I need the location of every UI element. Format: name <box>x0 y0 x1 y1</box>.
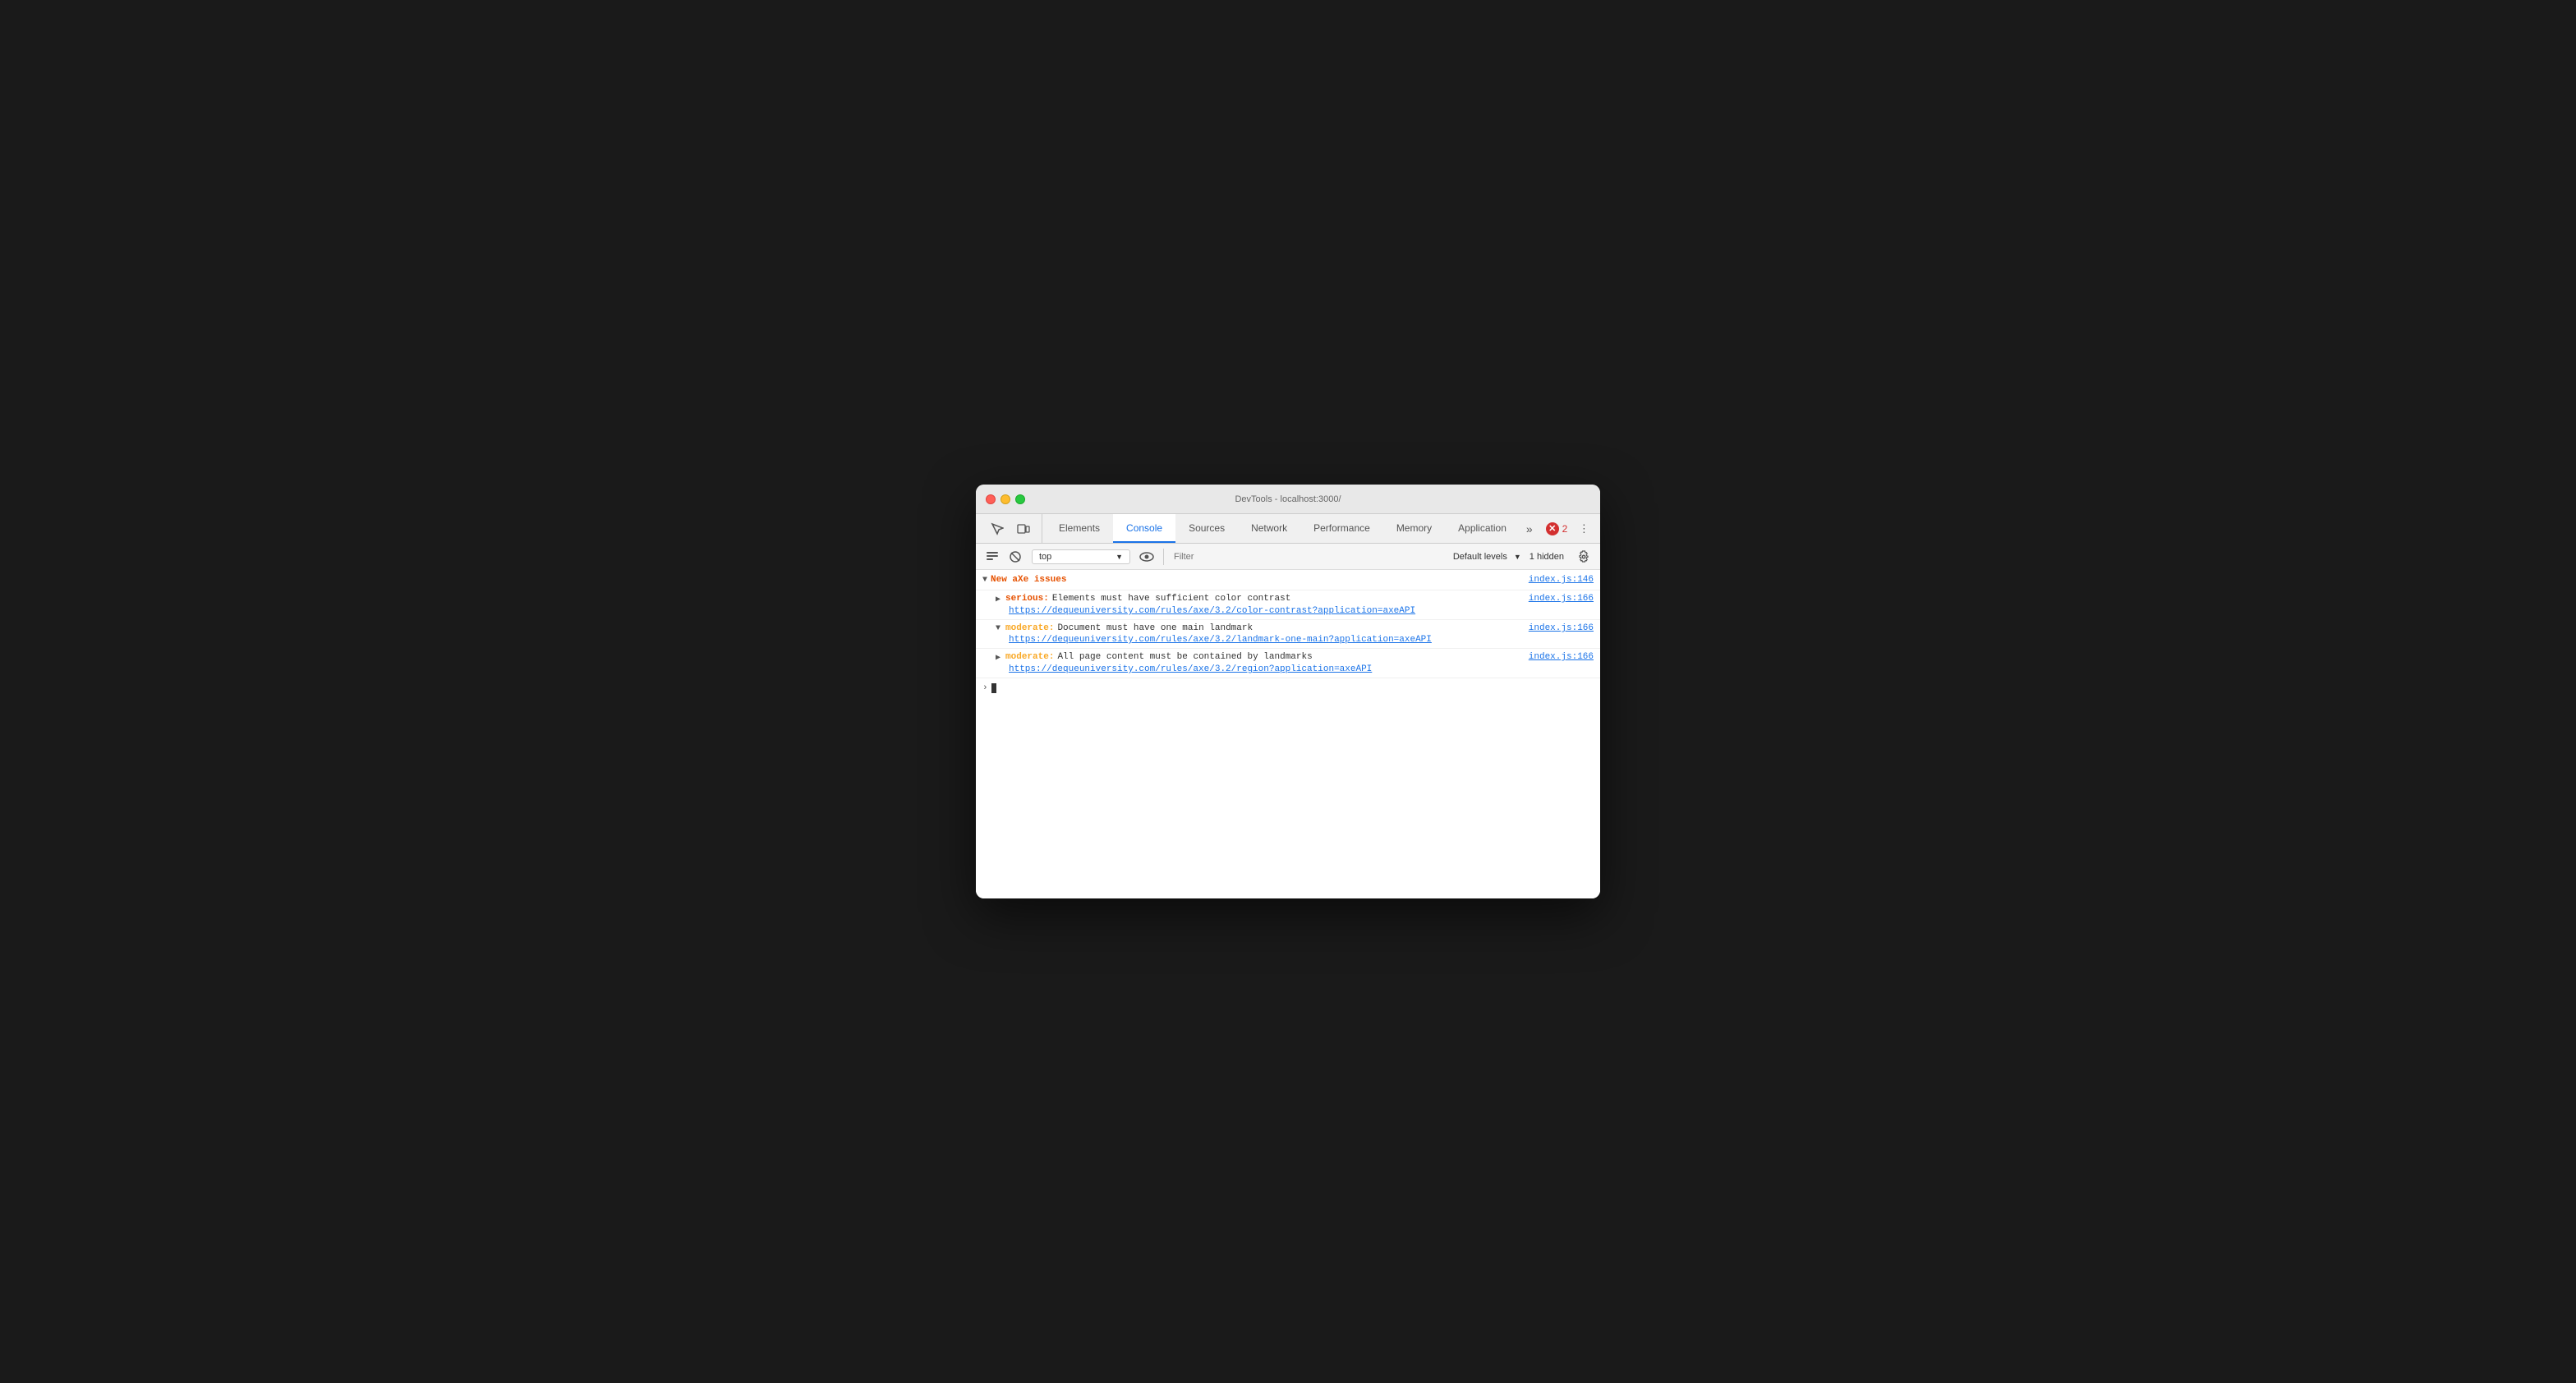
levels-dropdown[interactable]: Default levels ▼ <box>1448 550 1526 563</box>
tab-sources[interactable]: Sources <box>1175 514 1238 543</box>
issue-link-moderate-1[interactable]: https://dequeuniversity.com/rules/axe/3.… <box>1009 635 1594 645</box>
group-title: New aXe issues <box>991 575 1066 585</box>
tab-application[interactable]: Application <box>1445 514 1520 543</box>
device-toggle-icon[interactable] <box>1012 517 1035 540</box>
tab-memory[interactable]: Memory <box>1383 514 1445 543</box>
minimize-button[interactable] <box>1000 494 1010 504</box>
devtools-window: DevTools - localhost:3000/ Elements Cons… <box>976 485 1600 898</box>
issue-text-moderate-1: Document must have one main landmark <box>1057 623 1253 633</box>
error-icon: ✕ <box>1546 522 1559 535</box>
levels-dropdown-arrow: ▼ <box>1514 553 1521 561</box>
context-dropdown-arrow: ▼ <box>1116 553 1123 561</box>
tab-performance[interactable]: Performance <box>1300 514 1383 543</box>
stop-messages-button[interactable] <box>1005 547 1025 567</box>
hidden-count: 1 hidden <box>1530 552 1564 562</box>
issue-row-serious: ▶ serious: Elements must have sufficient… <box>976 590 1600 620</box>
tab-network[interactable]: Network <box>1238 514 1300 543</box>
issue-toggle-serious[interactable]: ▶ <box>996 595 1000 604</box>
tab-bar: Elements Console Sources Network Perform… <box>976 514 1600 544</box>
issue-toggle-moderate-1[interactable]: ▼ <box>996 624 1000 633</box>
console-input-line[interactable]: › <box>976 678 1600 698</box>
traffic-lights <box>986 494 1025 504</box>
issue-row-moderate-1: ▼ moderate: Document must have one main … <box>976 620 1600 649</box>
severity-label-serious: serious: <box>1005 594 1049 604</box>
issue-row-moderate-2: ▶ moderate: All page content must be con… <box>976 649 1600 678</box>
issue-text-moderate-2: All page content must be contained by la… <box>1057 652 1312 662</box>
issue-text-serious: Elements must have sufficient color cont… <box>1052 594 1290 604</box>
maximize-button[interactable] <box>1015 494 1025 504</box>
more-options-button[interactable]: ⋮ <box>1574 519 1594 539</box>
console-cursor <box>991 683 996 693</box>
tab-elements[interactable]: Elements <box>1046 514 1113 543</box>
issue-source-moderate-1[interactable]: index.js:166 <box>1529 623 1594 633</box>
devtools-icons <box>979 514 1042 543</box>
console-settings-button[interactable] <box>1574 547 1594 567</box>
clear-console-button[interactable] <box>982 547 1002 567</box>
filter-input[interactable] <box>1171 552 1445 562</box>
inspect-element-icon[interactable] <box>986 517 1009 540</box>
console-toolbar: top ▼ Default levels ▼ 1 hidden <box>976 544 1600 570</box>
toolbar-divider <box>1163 549 1164 565</box>
error-badge[interactable]: ✕ 2 <box>1546 522 1568 535</box>
severity-label-moderate-1: moderate: <box>1005 623 1054 633</box>
more-tabs-button[interactable]: » <box>1520 514 1539 543</box>
issue-source-serious[interactable]: index.js:166 <box>1529 594 1594 604</box>
tab-bar-right: ✕ 2 ⋮ <box>1539 514 1600 543</box>
group-source[interactable]: index.js:146 <box>1529 575 1594 585</box>
context-selector[interactable]: top ▼ <box>1032 549 1130 564</box>
severity-label-moderate-2: moderate: <box>1005 652 1054 662</box>
issue-toggle-moderate-2[interactable]: ▶ <box>996 653 1000 663</box>
axe-issues-group-header: ▼ New aXe issues index.js:146 <box>976 570 1600 590</box>
issue-link-moderate-2[interactable]: https://dequeuniversity.com/rules/axe/3.… <box>1009 664 1594 674</box>
issue-link-serious[interactable]: https://dequeuniversity.com/rules/axe/3.… <box>1009 606 1594 616</box>
console-prompt: › <box>982 683 988 693</box>
close-button[interactable] <box>986 494 996 504</box>
console-content: ▼ New aXe issues index.js:146 ▶ serious:… <box>976 570 1600 898</box>
tab-console[interactable]: Console <box>1113 514 1175 543</box>
window-title: DevTools - localhost:3000/ <box>1235 494 1341 504</box>
group-toggle[interactable]: ▼ <box>982 576 987 585</box>
title-bar: DevTools - localhost:3000/ <box>976 485 1600 514</box>
eye-button[interactable] <box>1137 547 1157 567</box>
issue-source-moderate-2[interactable]: index.js:166 <box>1529 652 1594 662</box>
